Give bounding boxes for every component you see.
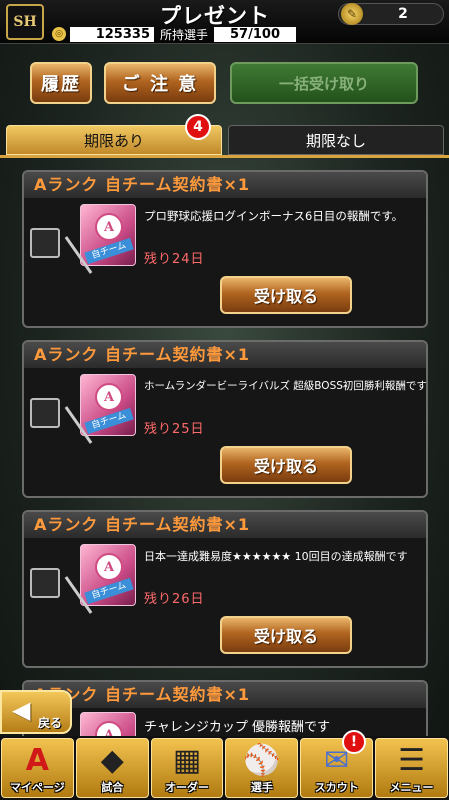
contract-card-image: A 自チーム bbox=[64, 544, 136, 614]
nav-label: 試合 bbox=[101, 781, 124, 794]
nav-menu[interactable]: ☰ メニュー bbox=[375, 738, 448, 798]
nav-order[interactable]: ▦ オーダー bbox=[150, 738, 224, 798]
nav-players[interactable]: ⚾ 選手 bbox=[225, 738, 299, 798]
coin-icon: ◎ bbox=[52, 27, 66, 41]
remaining-days: 残り24日 bbox=[144, 252, 205, 267]
contract-card-image: A 自チーム bbox=[64, 204, 136, 274]
present-description: 日本一達成難易度★★★★★★ 10回目の達成報酬です bbox=[144, 550, 408, 563]
owned-players-label: 所持選手 bbox=[160, 27, 209, 42]
present-description: チャレンジカップ 優勝報酬です bbox=[144, 720, 331, 735]
own-team-ribbon: 自チーム bbox=[84, 577, 134, 605]
select-checkbox[interactable] bbox=[30, 228, 60, 258]
back-label: 戻る bbox=[38, 716, 63, 730]
nav-label: マイページ bbox=[10, 781, 65, 794]
contract-card-image: A 自チーム bbox=[64, 374, 136, 444]
select-checkbox[interactable] bbox=[30, 398, 60, 428]
caution-button[interactable]: ご 注 意 bbox=[104, 62, 216, 104]
present-description: ホームランダービーライバルズ 超級BOSS初回勝利報酬です。 bbox=[144, 380, 428, 392]
present-description: プロ野球応援ログインボーナス6日目の報酬です。 bbox=[144, 209, 404, 223]
owned-players-count: 57/100 bbox=[214, 26, 297, 42]
present-title: Aランク 自チーム契約書×1 bbox=[24, 342, 426, 368]
status-row: ◎ 125335 所持選手 57/100 bbox=[52, 26, 297, 42]
tab-divider bbox=[0, 155, 449, 158]
header-bar: SH プレゼント ◎ 125335 所持選手 57/100 ✎ 2 bbox=[0, 0, 449, 44]
receive-all-button[interactable]: 一括受け取り bbox=[230, 62, 418, 104]
nav-label: オーダー bbox=[165, 781, 210, 794]
remaining-days: 残り25日 bbox=[144, 422, 205, 437]
back-button[interactable]: ◀ 戻る bbox=[0, 690, 72, 734]
nav-mypage[interactable]: A マイページ bbox=[1, 738, 74, 798]
nav-label: 選手 bbox=[250, 781, 273, 794]
scout-alert-badge: ! bbox=[342, 730, 366, 754]
own-team-ribbon: 自チーム bbox=[84, 407, 134, 435]
remaining-days: 残り26日 bbox=[144, 592, 205, 607]
present-card: Aランク 自チーム契約書×1 A 自チーム ホームランダービーライバルズ 超級B… bbox=[22, 340, 428, 498]
ticket-counter[interactable]: ✎ 2 bbox=[338, 3, 444, 25]
present-title: Aランク 自チーム契約書×1 bbox=[24, 512, 426, 538]
team-logo: SH bbox=[6, 4, 44, 40]
history-button[interactable]: 履歴 bbox=[30, 62, 92, 104]
menu-icon: ☰ bbox=[398, 743, 425, 778]
rank-a-icon: A bbox=[95, 383, 123, 411]
tab-no-expiry[interactable]: 期限なし bbox=[228, 125, 444, 155]
coin-count: 125335 bbox=[70, 26, 154, 42]
ticket-count: 2 bbox=[398, 6, 408, 22]
tab-count-badge: 4 bbox=[185, 114, 211, 140]
receive-button[interactable]: 受け取る bbox=[220, 616, 352, 654]
present-card: Aランク 自チーム契約書×1 A 自チーム 日本一達成難易度★★★★★★ 10回… bbox=[22, 510, 428, 668]
stadium-icon: ◆ bbox=[100, 743, 124, 778]
nav-label: メニュー bbox=[389, 781, 434, 794]
select-checkbox[interactable] bbox=[30, 568, 60, 598]
bottom-nav: A マイページ ◆ 試合 ▦ オーダー ⚾ 選手 ✉ スカウト ☰ メニュー bbox=[0, 736, 449, 800]
field-order-icon: ▦ bbox=[172, 743, 202, 778]
own-team-ribbon: 自チーム bbox=[84, 237, 134, 265]
back-arrow-icon: ◀ bbox=[12, 696, 31, 724]
receive-button[interactable]: 受け取る bbox=[220, 446, 352, 484]
present-card: Aランク 自チーム契約書×1 A 自チーム プロ野球応援ログインボーナス6日目の… bbox=[22, 170, 428, 328]
rank-a-icon: A bbox=[25, 743, 50, 778]
receive-button[interactable]: 受け取る bbox=[220, 276, 352, 314]
present-title: Aランク 自チーム契約書×1 bbox=[24, 172, 426, 198]
rank-a-icon: A bbox=[95, 213, 123, 241]
bat-ticket-icon: ✎ bbox=[341, 3, 363, 25]
nav-label: スカウト bbox=[314, 781, 359, 794]
player-icon: ⚾ bbox=[243, 743, 281, 778]
rank-a-icon: A bbox=[95, 553, 123, 581]
present-title: Aランク 自チーム契約書×1 bbox=[24, 682, 426, 708]
nav-match[interactable]: ◆ 試合 bbox=[75, 738, 149, 798]
